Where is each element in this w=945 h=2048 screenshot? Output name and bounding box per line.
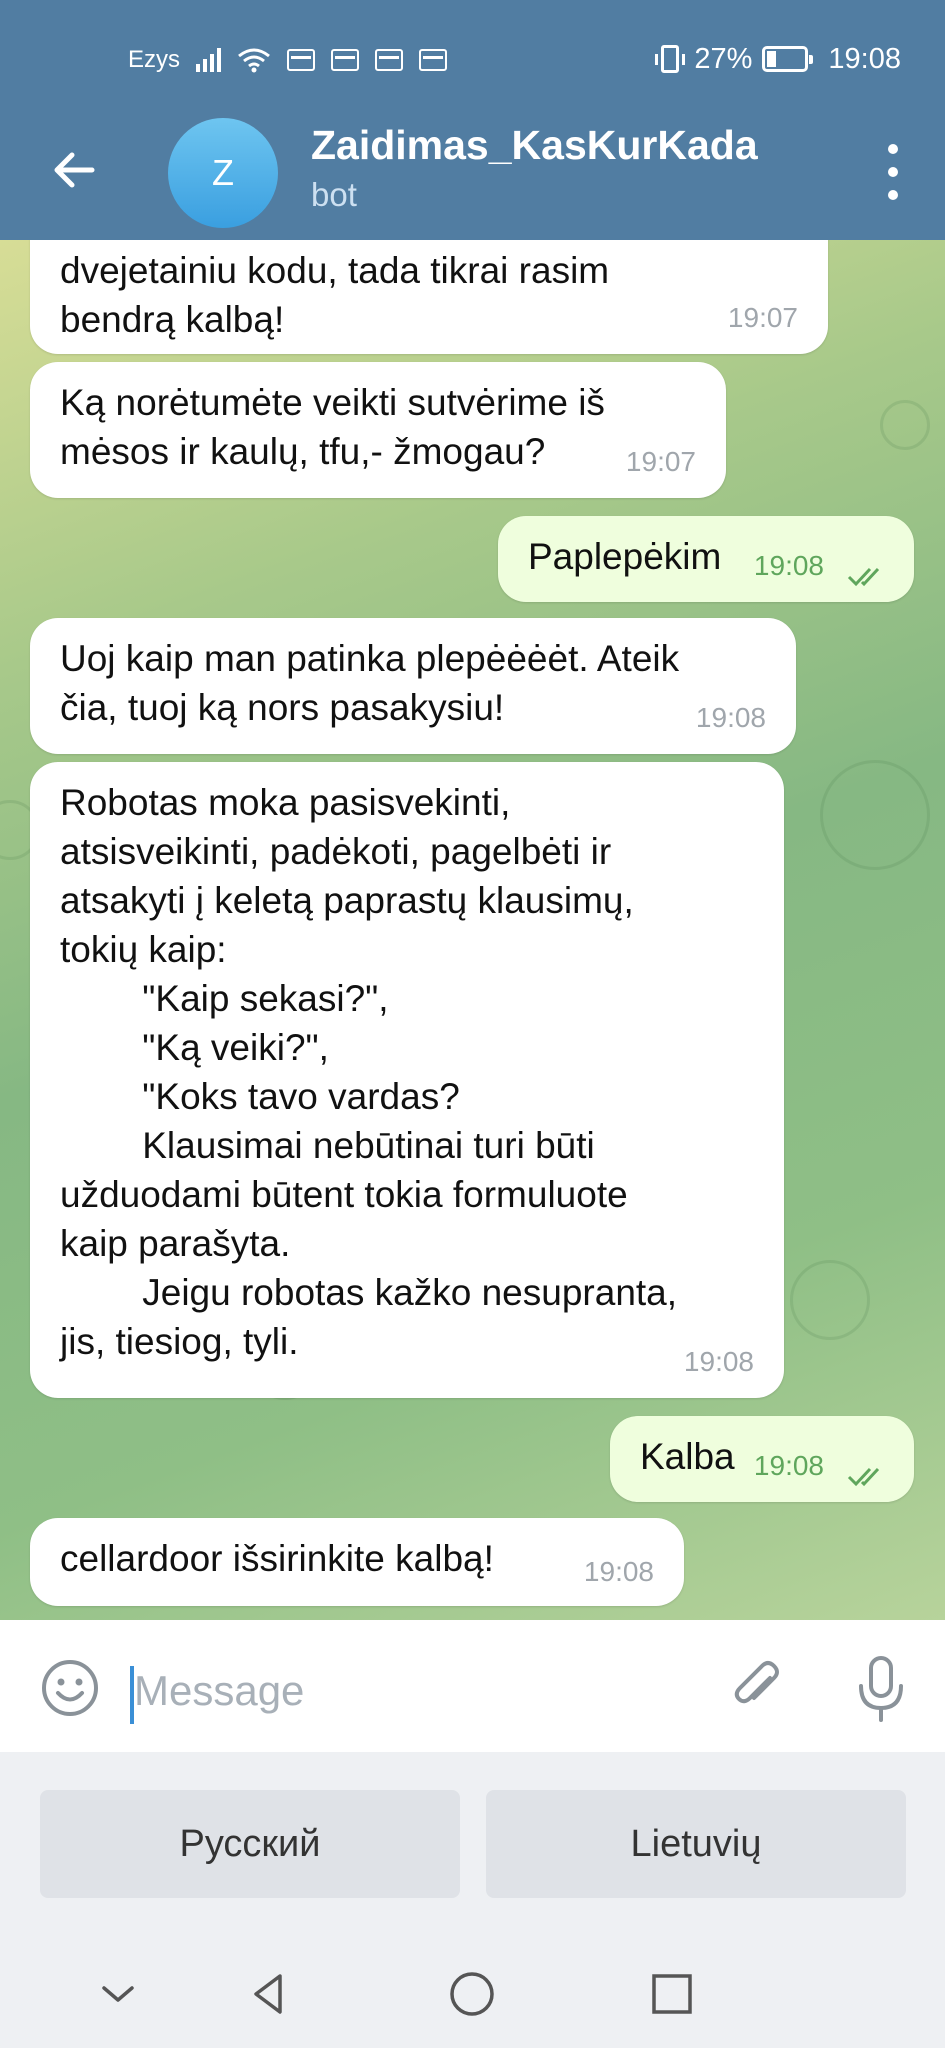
message-text: Uoj kaip man patinka plepėėėėt. Ateik či… [60, 638, 680, 728]
message-bubble-outgoing[interactable]: Paplepėkim 19:08 [498, 516, 914, 602]
message-composer [0, 1620, 945, 1752]
vibrate-icon [655, 45, 686, 73]
nav-home-icon[interactable] [444, 1966, 500, 2022]
double-check-icon [847, 1467, 880, 1487]
message-bubble-outgoing[interactable]: Kalba 19:08 [610, 1416, 914, 1502]
message-text: Ką norėtumėte veikti sutvėrime iš mėsos … [60, 382, 605, 472]
keyboard-button-lithuanian[interactable]: Lietuvių [486, 1790, 906, 1898]
message-input[interactable] [134, 1656, 694, 1726]
chat-header: Z Zaidimas_KasKurKada bot [0, 118, 945, 240]
status-bar: Ezys 27% 19:08 [0, 0, 945, 118]
background-doodle [880, 400, 930, 450]
notification-icon [331, 49, 360, 71]
message-time: 19:08 [695, 702, 766, 733]
microphone-icon[interactable] [850, 1654, 912, 1724]
keyboard-button-russian[interactable]: Русский [40, 1790, 460, 1898]
double-check-icon [847, 567, 880, 587]
message-time: 19:07 [727, 302, 798, 333]
battery-percent: 27% [694, 42, 753, 75]
message-text: Paplepėkim [528, 536, 722, 577]
notification-icon [375, 49, 404, 71]
status-right: 27% 19:08 [655, 40, 901, 78]
chat-title[interactable]: Zaidimas_KasKurKada [311, 122, 758, 169]
message-text: cellardoor išsirinkite kalbą! [60, 1538, 494, 1579]
message-time: 19:08 [753, 1450, 824, 1481]
message-time: 19:07 [625, 446, 696, 477]
message-bubble[interactable]: Robotas moka pasisvekinti, atsisveikinti… [30, 762, 784, 1398]
system-nav-bar [0, 1938, 945, 2048]
message-time: 19:08 [753, 550, 824, 581]
clock: 19:08 [828, 42, 901, 75]
status-left: Ezys [128, 44, 448, 76]
bot-keyboard: Русский Lietuvių [0, 1752, 945, 1938]
signal-icon [196, 48, 222, 72]
back-arrow-icon[interactable] [44, 140, 104, 200]
message-bubble[interactable]: dvejetainiu kodu, tada tikrai rasim bend… [30, 240, 828, 354]
carrier-name: Ezys [128, 46, 181, 73]
chat-subtitle: bot [311, 176, 357, 213]
notification-icon [419, 49, 448, 71]
avatar-letter: Z [212, 152, 234, 193]
attach-icon[interactable] [726, 1656, 788, 1718]
message-time: 19:08 [683, 1346, 754, 1377]
battery-icon [762, 46, 814, 72]
message-text: dvejetainiu kodu, tada tikrai rasim bend… [60, 250, 610, 340]
message-text: Robotas moka pasisvekinti, atsisveikinti… [60, 782, 678, 1362]
emoji-icon[interactable] [40, 1658, 100, 1718]
message-bubble[interactable]: Uoj kaip man patinka plepėėėėt. Ateik či… [30, 618, 796, 754]
nav-recents-icon[interactable] [644, 1966, 700, 2022]
avatar[interactable]: Z [168, 118, 278, 228]
notification-icon [287, 49, 316, 71]
nav-back-icon[interactable] [242, 1966, 298, 2022]
nav-collapse-icon[interactable] [90, 1966, 146, 2022]
wifi-icon [238, 48, 270, 73]
background-doodle [790, 1260, 870, 1340]
chat-history[interactable]: dvejetainiu kodu, tada tikrai rasim bend… [0, 240, 945, 1620]
background-doodle [820, 760, 930, 870]
message-time: 19:08 [583, 1556, 654, 1587]
message-bubble[interactable]: Ką norėtumėte veikti sutvėrime iš mėsos … [30, 362, 726, 498]
more-vertical-icon[interactable] [881, 144, 905, 200]
message-bubble[interactable]: cellardoor išsirinkite kalbą! 19:08 [30, 1518, 684, 1606]
